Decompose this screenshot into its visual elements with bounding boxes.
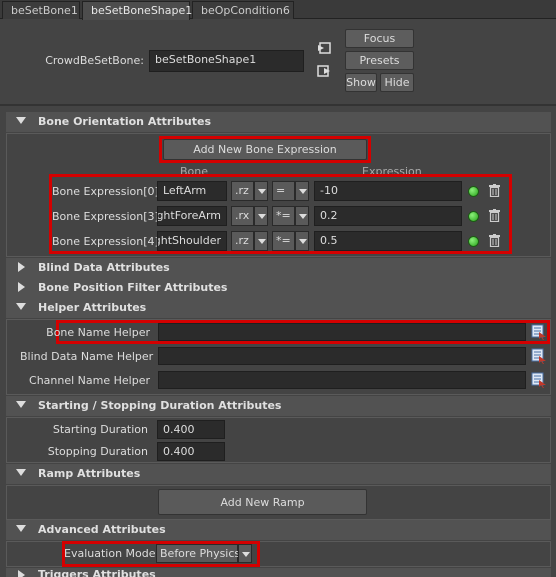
expand-arrow-icon (18, 570, 25, 577)
collapse-arrow-icon (16, 303, 26, 310)
starting-duration-field[interactable]: 0.400 (157, 420, 225, 439)
starting-duration-label: Starting Duration (52, 423, 148, 436)
list-picker-icon[interactable] (531, 324, 547, 340)
presets-button[interactable]: Presets (345, 51, 414, 70)
trash-icon[interactable] (489, 184, 500, 198)
section-title: Triggers Attributes (38, 568, 156, 577)
section-title: Blind Data Attributes (38, 261, 170, 274)
section-bone-orientation[interactable]: Bone Orientation Attributes (6, 112, 551, 132)
axis-select[interactable]: .rz (231, 231, 254, 251)
section-advanced[interactable]: Advanced Attributes (6, 520, 551, 540)
axis-dropdown-arrow-icon[interactable] (254, 181, 268, 201)
section-title: Helper Attributes (38, 301, 147, 314)
bone-expression-label: Bone Expression[0] (52, 185, 159, 198)
focus-button[interactable]: Focus (345, 29, 414, 48)
section-triggers[interactable]: Triggers Attributes (6, 568, 551, 577)
collapse-arrow-icon (16, 525, 26, 532)
operator-select[interactable]: *= (272, 206, 295, 226)
operator-dropdown-arrow-icon[interactable] (295, 206, 309, 226)
input-connection-icon[interactable] (316, 41, 332, 55)
evaluation-mode-dropdown-arrow-icon[interactable] (238, 544, 252, 563)
operator-dropdown-arrow-icon[interactable] (295, 181, 309, 201)
channel-name-helper-field[interactable] (158, 371, 526, 389)
bone-name-field[interactable]: RightShoulder (157, 231, 227, 251)
expression-field[interactable]: -10 (314, 181, 462, 201)
expand-arrow-icon (18, 282, 25, 292)
bone-name-field[interactable]: LeftArm (157, 181, 227, 201)
status-green-icon (468, 211, 479, 222)
axis-select[interactable]: .rz (231, 181, 254, 201)
section-blind-data[interactable]: Blind Data Attributes (6, 258, 551, 278)
add-bone-expression-button[interactable]: Add New Bone Expression (163, 139, 367, 160)
section-title: Advanced Attributes (38, 523, 166, 536)
hide-button[interactable]: Hide (380, 73, 414, 92)
channel-name-helper-label: Channel Name Helper (29, 374, 150, 387)
divider (0, 104, 556, 106)
status-green-icon (468, 236, 479, 247)
section-title: Bone Position Filter Attributes (38, 281, 228, 294)
bone-expression-label: Bone Expression[3] (52, 210, 159, 223)
status-green-icon (468, 186, 479, 197)
section-bone-position-filter[interactable]: Bone Position Filter Attributes (6, 278, 551, 298)
evaluation-mode-select[interactable]: Before Physics (156, 544, 240, 563)
collapse-arrow-icon (16, 117, 26, 124)
stopping-duration-label: Stopping Duration (47, 445, 148, 458)
axis-dropdown-arrow-icon[interactable] (254, 231, 268, 251)
section-title: Starting / Stopping Duration Attributes (38, 399, 282, 412)
tab-besetboneshape1[interactable]: beSetBoneShape1 (82, 1, 192, 20)
bone-name-helper-label: Bone Name Helper (46, 326, 150, 339)
section-helper[interactable]: Helper Attributes (6, 298, 551, 318)
tab-bar: beSetBone1 beSetBoneShape1 beOpCondition… (0, 0, 556, 20)
collapse-arrow-icon (16, 401, 26, 408)
node-type-label: CrowdBeSetBone: (45, 54, 144, 67)
blind-data-helper-field[interactable] (158, 347, 526, 365)
operator-select[interactable]: *= (272, 231, 295, 251)
show-button[interactable]: Show (345, 73, 377, 92)
collapse-arrow-icon (16, 469, 26, 476)
section-title: Bone Orientation Attributes (38, 115, 212, 128)
tab-besetbone1[interactable]: beSetBone1 (2, 1, 80, 19)
node-name-field[interactable]: beSetBoneShape1 (149, 50, 304, 72)
list-picker-icon[interactable] (531, 348, 547, 364)
bone-name-helper-field[interactable] (158, 323, 526, 341)
expression-field[interactable]: 0.5 (314, 231, 462, 251)
trash-icon[interactable] (489, 209, 500, 223)
axis-select[interactable]: .rx (231, 206, 254, 226)
blind-data-helper-label: Blind Data Name Helper (20, 350, 154, 363)
expression-field[interactable]: 0.2 (314, 206, 462, 226)
tab-beopcondition6[interactable]: beOpCondition6 (192, 1, 294, 19)
section-title: Ramp Attributes (38, 467, 141, 480)
axis-dropdown-arrow-icon[interactable] (254, 206, 268, 226)
trash-icon[interactable] (489, 234, 500, 248)
list-picker-icon[interactable] (531, 372, 547, 388)
bone-expression-label: Bone Expression[4] (52, 235, 159, 248)
bone-name-field[interactable]: RightForeArm (157, 206, 227, 226)
stopping-duration-field[interactable]: 0.400 (157, 442, 225, 461)
expand-arrow-icon (18, 262, 25, 272)
output-connection-icon[interactable] (316, 64, 332, 78)
add-new-ramp-button[interactable]: Add New Ramp (158, 489, 367, 515)
operator-dropdown-arrow-icon[interactable] (295, 231, 309, 251)
operator-select[interactable]: = (272, 181, 295, 201)
section-ramp[interactable]: Ramp Attributes (6, 464, 551, 484)
section-starting-stopping[interactable]: Starting / Stopping Duration Attributes (6, 396, 551, 416)
evaluation-mode-label: Evaluation Mode (64, 547, 156, 560)
